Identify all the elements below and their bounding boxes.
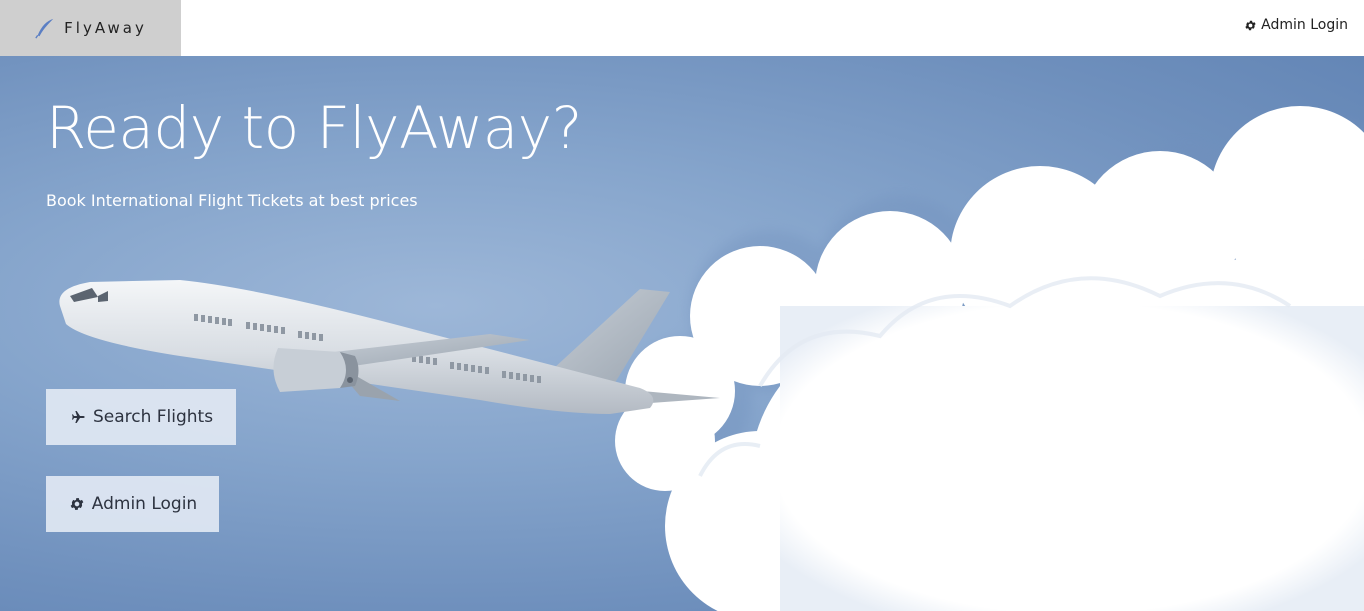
hero-banner: Ready to FlyAway? Book International Fli… <box>0 56 1364 611</box>
hero-subheading: Book International Flight Tickets at bes… <box>46 191 418 210</box>
search-flights-label: Search Flights <box>92 407 214 427</box>
gear-icon <box>1245 20 1256 30</box>
search-flights-button[interactable]: Search Flights <box>46 389 236 445</box>
top-navbar: FlyAway Admin Login <box>0 0 1364 56</box>
admin-login-label: Admin Login <box>91 494 198 514</box>
brand-name: FlyAway <box>64 19 147 37</box>
nav-admin-login-link[interactable]: Admin Login <box>1244 0 1348 50</box>
feather-icon <box>35 18 54 39</box>
gear-icon <box>70 498 84 510</box>
plane-icon <box>71 411 85 423</box>
nav-admin-login-label: Admin Login <box>1261 17 1348 33</box>
hero-headline: Ready to FlyAway? <box>46 94 582 162</box>
admin-login-button[interactable]: Admin Login <box>46 476 219 532</box>
cloud <box>615 106 1364 611</box>
brand-link[interactable]: FlyAway <box>0 0 181 56</box>
